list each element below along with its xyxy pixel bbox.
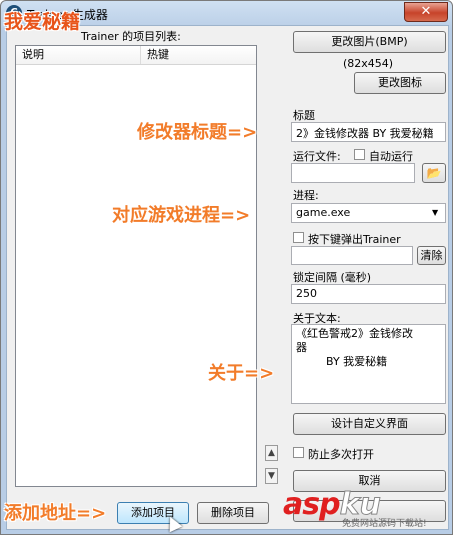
annotation-about: 关于=> <box>208 363 275 384</box>
site-logo: 我爱秘籍 <box>4 11 81 33</box>
run-file-input[interactable] <box>291 163 415 183</box>
clear-button[interactable]: 清除 <box>417 246 446 265</box>
folder-icon[interactable]: 📂 <box>422 163 446 183</box>
title-label: 标题 <box>293 109 315 122</box>
trainer-window: C Trainer 生成器 ✕ Trainer 的项目列表: 说明 热键 ▲ ▼… <box>0 0 453 535</box>
auto-run-label: 自动运行 <box>369 150 413 163</box>
annotation-title: 修改器标题=> <box>137 122 258 143</box>
hotkey-input[interactable] <box>291 246 413 265</box>
title-input[interactable]: 2》金钱修改器 BY 我爱秘籍 <box>291 122 446 142</box>
column-header-description[interactable]: 说明 <box>16 46 141 64</box>
annotation-process: 对应游戏进程=> <box>112 205 251 226</box>
prevent-multi-open-label: 防止多次打开 <box>308 448 374 461</box>
hotkey-label: 按下键弹出Trainer <box>308 233 401 246</box>
about-line: 《红色警戒2》金钱修改 <box>296 327 413 340</box>
move-up-icon[interactable]: ▲ <box>265 445 278 461</box>
run-file-label: 运行文件: <box>293 150 341 163</box>
close-button[interactable]: ✕ <box>404 2 448 22</box>
watermark-asp: asp <box>283 487 341 522</box>
chevron-down-icon[interactable]: ▼ <box>432 208 438 217</box>
client-area: Trainer 的项目列表: 说明 热键 ▲ ▼ 添加项目 删除项目 更改图片(… <box>6 25 449 530</box>
column-header-hotkey[interactable]: 热键 <box>141 46 257 64</box>
list-header: 说明 热键 <box>16 46 256 65</box>
delete-item-button[interactable]: 删除项目 <box>197 502 269 524</box>
move-down-icon[interactable]: ▼ <box>265 468 278 484</box>
item-list-label: Trainer 的项目列表: <box>81 30 181 43</box>
hotkey-checkbox[interactable] <box>293 232 304 243</box>
interval-input[interactable]: 250 <box>291 284 446 304</box>
change-icon-button[interactable]: 更改图标 <box>354 72 446 94</box>
change-image-button[interactable]: 更改图片(BMP) <box>293 31 446 53</box>
prevent-multi-open-checkbox[interactable] <box>293 447 304 458</box>
annotation-add: 添加地址=> <box>4 503 107 524</box>
process-select[interactable]: game.exe <box>291 203 446 223</box>
about-line: 器 <box>296 341 307 354</box>
watermark-subtitle: 免费网站源码下载站! <box>342 519 427 529</box>
item-list[interactable]: 说明 热键 <box>15 45 257 487</box>
about-line: BY 我爱秘籍 <box>326 355 388 368</box>
about-textarea[interactable]: 《红色警戒2》金钱修改 器 BY 我爱秘籍 <box>291 324 446 404</box>
interval-label: 锁定间隔 (毫秒) <box>293 271 372 284</box>
image-size-label: (82x454) <box>343 57 394 70</box>
design-custom-ui-button[interactable]: 设计自定义界面 <box>293 413 446 435</box>
auto-run-checkbox[interactable] <box>354 149 365 160</box>
process-label: 进程: <box>293 189 319 202</box>
